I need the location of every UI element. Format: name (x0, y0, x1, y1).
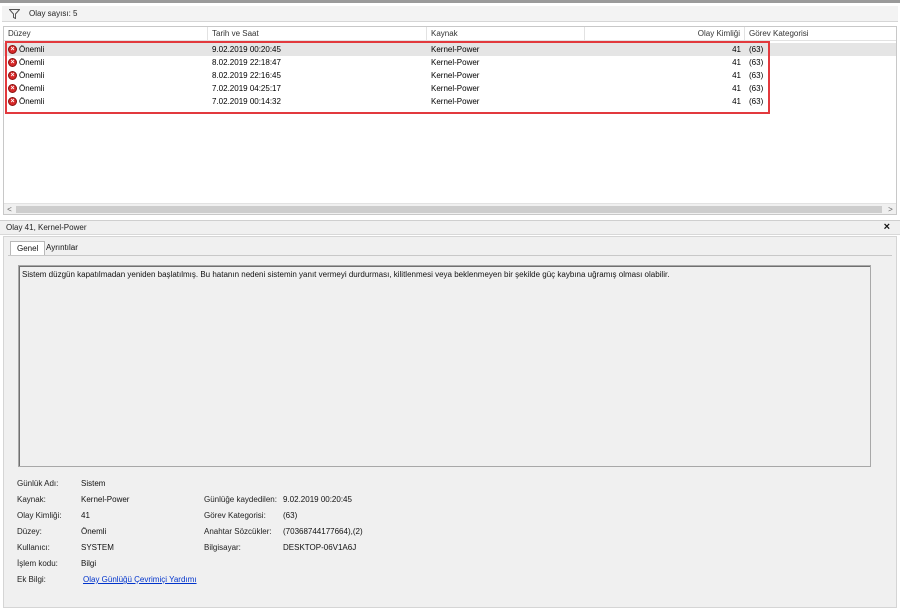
event-list[interactable]: Düzey Tarih ve Saat Kaynak Olay Kimliği … (3, 26, 897, 215)
row-task-category: (63) (749, 97, 764, 106)
event-viewer-window: Olay sayısı: 5 Düzey Tarih ve Saat Kayna… (0, 0, 900, 608)
error-icon: × (8, 58, 17, 67)
error-icon: × (8, 97, 17, 106)
tab-details[interactable]: Ayrıntılar (40, 241, 84, 256)
list-header: Düzey Tarih ve Saat Kaynak Olay Kimliği … (4, 27, 896, 41)
row-source: Kernel-Power (431, 71, 480, 80)
event-description[interactable]: Sistem düzgün kapatılmadan yeniden başla… (18, 265, 871, 467)
value-computer: DESKTOP-06V1A6J (283, 543, 357, 552)
table-row[interactable]: × Önemli 7.02.2019 04:25:17 Kernel-Power… (4, 82, 896, 95)
details-title: Olay 41, Kernel-Power (6, 223, 87, 232)
table-row[interactable]: × Önemli 7.02.2019 00:14:32 Kernel-Power… (4, 95, 896, 108)
value-task-category: (63) (283, 511, 298, 520)
value-keywords: (70368744177664),(2) (283, 527, 363, 536)
value-user: SYSTEM (81, 543, 114, 552)
horizontal-scrollbar[interactable]: < > (4, 203, 896, 214)
row-date-time: 7.02.2019 04:25:17 (212, 84, 281, 93)
column-header-level[interactable]: Düzey (4, 27, 208, 41)
row-source: Kernel-Power (431, 45, 480, 54)
column-header-task-category[interactable]: Görev Kategorisi (745, 27, 896, 41)
label-user: Kullanıcı: (17, 543, 50, 552)
label-more-info: Ek Bilgi: (17, 575, 46, 584)
row-date-time: 8.02.2019 22:18:47 (212, 58, 281, 67)
value-event-id: 41 (81, 511, 90, 520)
row-event-id: 41 (732, 58, 741, 67)
value-opcode: Bilgi (81, 559, 97, 568)
table-row[interactable]: × Önemli 8.02.2019 22:16:45 Kernel-Power… (4, 69, 896, 82)
label-keywords: Anahtar Sözcükler: (204, 527, 272, 536)
label-logged: Günlüğe kaydedilen: (204, 495, 277, 504)
scrollbar-thumb[interactable] (16, 206, 882, 213)
row-event-id: 41 (732, 84, 741, 93)
table-row[interactable]: × Önemli 9.02.2019 00:20:45 Kernel-Power… (4, 43, 896, 56)
row-task-category: (63) (749, 84, 764, 93)
row-event-id: 41 (732, 45, 741, 54)
row-level: Önemli (19, 58, 45, 67)
value-source: Kernel-Power (81, 495, 130, 504)
label-task-category: Görev Kategorisi: (204, 511, 266, 520)
label-source: Kaynak: (17, 495, 46, 504)
row-level: Önemli (19, 45, 45, 54)
label-computer: Bilgisayar: (204, 543, 241, 552)
close-icon[interactable]: × (884, 221, 890, 233)
row-task-category: (63) (749, 45, 764, 54)
event-count-label: Olay sayısı: 5 (29, 9, 78, 18)
value-logged: 9.02.2019 00:20:45 (283, 495, 352, 504)
online-help-link[interactable]: Olay Günlüğü Çevrimiçi Yardımı (83, 575, 197, 584)
label-opcode: İşlem kodu: (17, 559, 58, 568)
error-icon: × (8, 45, 17, 54)
row-task-category: (63) (749, 58, 764, 67)
row-source: Kernel-Power (431, 58, 480, 67)
column-header-source[interactable]: Kaynak (427, 27, 585, 41)
label-level: Düzey: (17, 527, 42, 536)
row-date-time: 7.02.2019 00:14:32 (212, 97, 281, 106)
row-level: Önemli (19, 71, 45, 80)
details-pane: Genel Ayrıntılar Sistem düzgün kapatılma… (3, 236, 897, 608)
error-icon: × (8, 71, 17, 80)
row-date-time: 8.02.2019 22:16:45 (212, 71, 281, 80)
event-count-bar: Olay sayısı: 5 (2, 6, 898, 22)
row-level: Önemli (19, 84, 45, 93)
label-event-id: Olay Kimliği: (17, 511, 62, 520)
error-icon: × (8, 84, 17, 93)
table-row[interactable]: × Önemli 8.02.2019 22:18:47 Kernel-Power… (4, 56, 896, 69)
value-log-name: Sistem (81, 479, 106, 488)
scroll-right-icon[interactable]: > (885, 204, 896, 215)
row-event-id: 41 (732, 97, 741, 106)
row-event-id: 41 (732, 71, 741, 80)
row-source: Kernel-Power (431, 84, 480, 93)
label-log-name: Günlük Adı: (17, 479, 59, 488)
value-level: Önemli (81, 527, 107, 536)
filter-icon[interactable] (7, 8, 21, 20)
row-source: Kernel-Power (431, 97, 480, 106)
row-date-time: 9.02.2019 00:20:45 (212, 45, 281, 54)
scroll-left-icon[interactable]: < (4, 204, 15, 215)
tab-divider (8, 255, 892, 256)
row-task-category: (63) (749, 71, 764, 80)
column-header-date-time[interactable]: Tarih ve Saat (208, 27, 427, 41)
row-level: Önemli (19, 97, 45, 106)
details-title-bar: Olay 41, Kernel-Power × (0, 220, 900, 235)
column-header-event-id[interactable]: Olay Kimliği (585, 27, 745, 41)
